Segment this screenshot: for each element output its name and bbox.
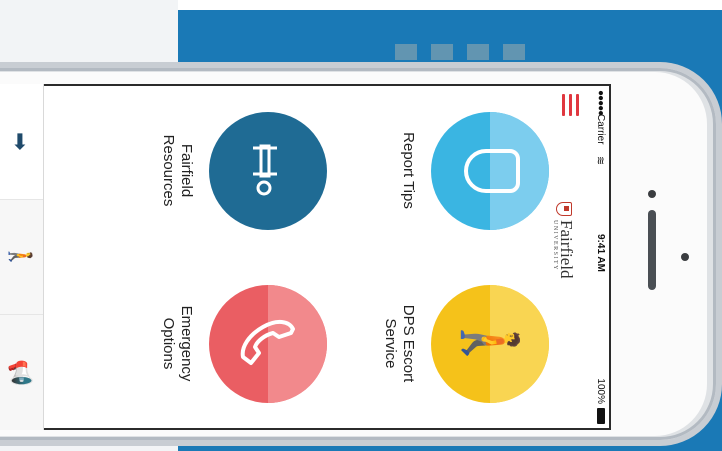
arrow-right-icon: ➡	[8, 132, 34, 151]
app-view: ●●●●● Carrier ≋ 9:41 AM 100% Fairfield U…	[0, 84, 609, 431]
status-bar: ●●●●● Carrier ≋ 9:41 AM 100%	[591, 84, 609, 430]
university-crest-icon	[556, 202, 572, 216]
fairfield-resources-tile[interactable]: Fairfield Resources	[159, 84, 327, 257]
status-time: 9:41 AM	[595, 234, 606, 272]
sensor-icon	[681, 253, 689, 261]
emergency-options-tile[interactable]: Emergency Options	[159, 257, 327, 430]
report-tips-button[interactable]	[431, 111, 549, 230]
speaker-grille	[648, 210, 656, 290]
tab-home[interactable]: ➡	[0, 84, 43, 199]
phone-screen: ●●●●● Carrier ≋ 9:41 AM 100% Fairfield U…	[0, 84, 611, 431]
camera-icon	[648, 190, 656, 198]
action-grid: Report Tips 🚶 DPS Escort Service Fairfie…	[79, 84, 549, 430]
tab-bar: ➡ 🚶 📢	[0, 84, 43, 431]
tile-label: Emergency Options	[160, 305, 195, 382]
signal-icon: ●●●●●	[595, 90, 606, 116]
logo-name: Fairfield	[557, 220, 577, 279]
walking-person-icon: 🚶	[8, 243, 34, 271]
battery-icon	[597, 408, 605, 424]
key-icon	[253, 144, 277, 195]
tile-label: Report Tips	[400, 132, 417, 209]
megaphone-icon: 📢	[8, 358, 34, 387]
tab-escort[interactable]: 🚶	[0, 199, 43, 315]
dps-escort-tile[interactable]: 🚶 DPS Escort Service	[381, 257, 549, 430]
fairfield-resources-button[interactable]	[209, 111, 327, 230]
phone-icon	[240, 319, 295, 365]
emergency-options-button[interactable]	[209, 284, 327, 403]
tab-alerts[interactable]: 📢	[0, 315, 43, 431]
background-accent	[395, 44, 535, 60]
dps-escort-button[interactable]: 🚶	[431, 284, 549, 403]
wifi-icon: ≋	[594, 156, 606, 166]
shield-icon	[464, 148, 520, 193]
tile-label: Fairfield Resources	[160, 134, 195, 207]
tabbar-divider	[43, 84, 44, 430]
logo-subtitle: UNIVERSITY	[552, 220, 559, 271]
fairfield-logo: Fairfield UNIVERSITY	[549, 202, 579, 312]
carrier-label: Carrier	[595, 114, 606, 145]
tile-label: DPS Escort Service	[382, 304, 417, 383]
walking-person-icon: 🚶	[460, 309, 520, 378]
battery-percent: 100%	[595, 378, 606, 404]
hamburger-menu-icon[interactable]	[561, 94, 579, 116]
report-tips-tile[interactable]: Report Tips	[399, 84, 549, 257]
